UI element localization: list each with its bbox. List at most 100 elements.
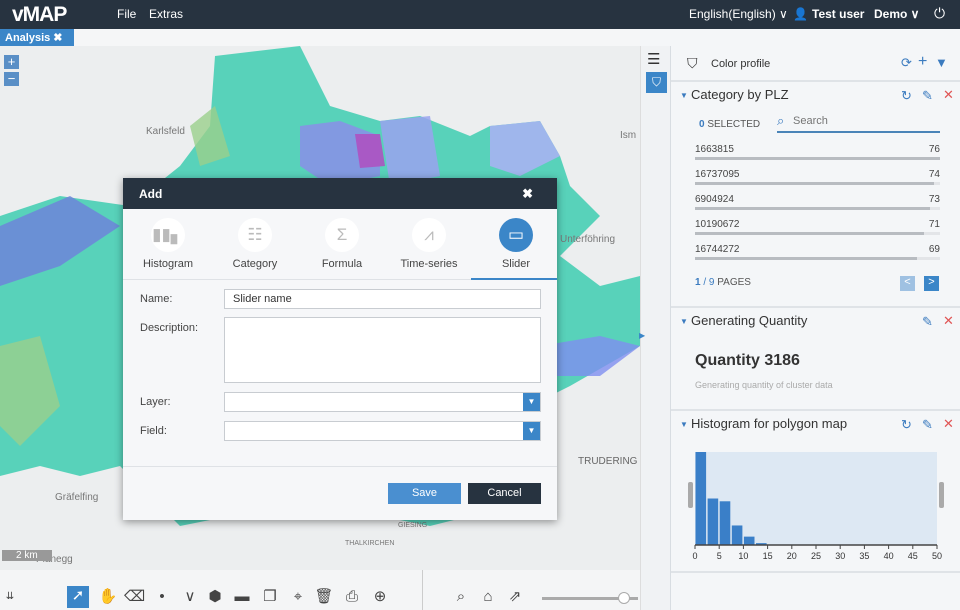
tab-time-series[interactable]: ⩘ Time-series	[386, 218, 472, 270]
edit-icon[interactable]: ✎	[922, 314, 933, 330]
save-button[interactable]: Save	[388, 483, 461, 504]
language-select[interactable]: English(English) ∨	[689, 7, 788, 21]
filter-icon[interactable]: ▼	[935, 55, 948, 70]
add-icon[interactable]: +	[918, 53, 927, 71]
zoom-out-button[interactable]: −	[4, 72, 19, 86]
print-icon[interactable]: ⎙	[342, 587, 362, 607]
zoom-extent-icon[interactable]: ⊕	[370, 587, 390, 607]
item-bar-fill	[695, 182, 934, 185]
line-icon[interactable]: ∨	[180, 587, 200, 607]
collapse-icon[interactable]: ⇊	[0, 587, 20, 607]
prev-page-button[interactable]: <	[900, 276, 915, 291]
widget-title: Category by PLZ	[691, 87, 789, 102]
user-menu[interactable]: Test user	[812, 7, 864, 21]
histogram-widget: ▼ Histogram for polygon map ↻ ✎ ✕ 0 5 10 15…	[671, 411, 960, 573]
layer-label: Layer:	[140, 396, 171, 408]
category-item[interactable]: 16737095 74	[695, 169, 940, 185]
power-icon[interactable]: ⏻	[934, 5, 945, 22]
paint-bucket-icon[interactable]: ⛉	[646, 72, 667, 93]
tab-category[interactable]: ☷ Category	[212, 218, 298, 270]
user-icon[interactable]: 👤	[793, 7, 808, 21]
tab-slider[interactable]: ▭ Slider	[473, 218, 559, 270]
tab-histogram[interactable]: ▮▮▖ Histogram	[125, 218, 211, 270]
paint-bucket-icon: ⛉	[687, 55, 698, 71]
collapse-icon[interactable]: ▼	[680, 317, 688, 326]
item-count: 69	[928, 244, 940, 255]
map-pin-icon[interactable]: ⌖	[288, 587, 308, 607]
polygon-icon[interactable]: ⬢	[205, 587, 225, 607]
tab-formula[interactable]: Σ Formula	[299, 218, 385, 270]
search-icon: ⌕	[777, 113, 785, 128]
logo: vMAP	[12, 3, 67, 26]
active-tab-indicator	[471, 278, 557, 280]
menu-extras[interactable]: Extras	[149, 7, 183, 21]
workspace-select[interactable]: Demo ∨	[874, 7, 919, 21]
chevron-down-icon: ▼	[523, 422, 540, 440]
collapse-icon[interactable]: ▼	[680, 420, 688, 429]
layers-icon[interactable]: ☰	[647, 50, 660, 68]
close-icon[interactable]: ✕	[943, 87, 954, 103]
divider	[422, 570, 423, 610]
measure-icon[interactable]: ▬	[232, 587, 252, 607]
erase-icon[interactable]: ⌫	[124, 587, 145, 607]
category-item[interactable]: 10190672 71	[695, 219, 940, 235]
plot-area	[695, 452, 937, 545]
item-count: 74	[928, 169, 940, 180]
name-input[interactable]	[224, 289, 541, 309]
item-bar	[695, 207, 940, 210]
x-tick-label: 40	[884, 551, 894, 561]
item-id: 6904924	[695, 194, 734, 205]
map-label: Ism	[620, 130, 637, 141]
slider-handle[interactable]	[618, 592, 630, 604]
share-icon[interactable]: ⇗	[505, 587, 525, 607]
cancel-button[interactable]: Cancel	[468, 483, 541, 504]
refresh-icon[interactable]: ↻	[901, 417, 912, 433]
category-item[interactable]: 6904924 73	[695, 194, 940, 210]
quantity-widget: ▼ Generating Quantity ✎ ✕ Quantity 3186 …	[671, 308, 960, 411]
collapse-icon[interactable]: ▼	[680, 91, 688, 100]
menu-file[interactable]: File	[117, 7, 136, 21]
pan-icon[interactable]: ✋	[98, 587, 118, 607]
point-icon[interactable]: •	[152, 587, 172, 607]
item-bar	[695, 232, 940, 235]
close-icon[interactable]: ✕	[943, 416, 954, 432]
top-bar: vMAP File Extras English(English) ∨ 👤 Te…	[0, 0, 960, 29]
histogram-chart[interactable]: 0 5 10 15 20 25 30 35 40 45 50	[685, 446, 960, 566]
collapse-panel-icon[interactable]: ▶	[639, 331, 645, 340]
item-id: 1663815	[695, 144, 734, 155]
category-widget: ▼ Category by PLZ ↻ ✎ ✕ 0 SELECTED ⌕ 166…	[671, 82, 960, 308]
x-tick-label: 10	[738, 551, 748, 561]
search-field[interactable]: ⌕	[777, 113, 940, 133]
refresh-icon[interactable]: ⟳	[901, 55, 912, 71]
search-input[interactable]	[793, 115, 933, 127]
next-page-button[interactable]: >	[924, 276, 939, 291]
category-item[interactable]: 1663815 76	[695, 144, 940, 160]
select-icon[interactable]: ➚	[67, 586, 89, 608]
delete-icon[interactable]: 🗑	[314, 587, 334, 607]
description-input[interactable]	[224, 317, 541, 383]
histogram-bar	[695, 452, 707, 545]
field-select[interactable]: ▼	[224, 421, 541, 441]
name-label: Name:	[140, 293, 173, 305]
map-label: Gräfelfing	[55, 492, 99, 503]
home-icon[interactable]: ⌂	[478, 587, 498, 607]
close-icon[interactable]: ✖	[522, 186, 533, 202]
copy-icon[interactable]: ❐	[260, 587, 280, 607]
edit-icon[interactable]: ✎	[922, 88, 933, 104]
add-dialog: Add ✖ ▮▮▖ Histogram ☷ Category Σ Formula ⩘ Time…	[123, 178, 557, 520]
count: 0	[699, 119, 705, 130]
x-tick-label: 30	[835, 551, 845, 561]
tab-analysis[interactable]: Analysis ✖	[0, 29, 74, 46]
zoom-slider[interactable]	[542, 592, 638, 604]
refresh-icon[interactable]: ↻	[901, 88, 912, 104]
x-tick-label: 15	[763, 551, 773, 561]
zoom-in-button[interactable]: +	[4, 55, 19, 69]
edit-icon[interactable]: ✎	[922, 417, 933, 433]
layer-select[interactable]: ▼	[224, 392, 541, 412]
category-item[interactable]: 16744272 69	[695, 244, 940, 260]
search-icon[interactable]: ⌕	[451, 587, 471, 607]
histogram-bar	[743, 536, 755, 545]
close-icon[interactable]: ✕	[943, 313, 954, 329]
slider-icon: ▭	[499, 218, 533, 252]
x-tick-label: 20	[787, 551, 797, 561]
